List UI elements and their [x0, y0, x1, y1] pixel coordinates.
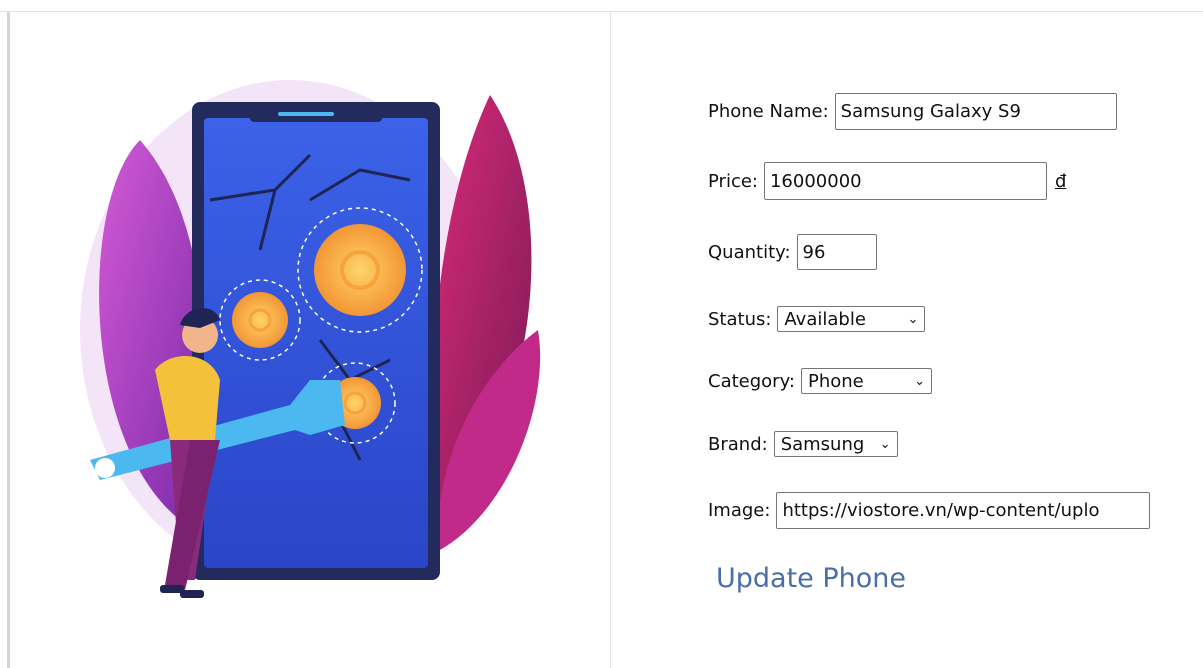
brand-select[interactable]: Samsung ⌄	[773, 431, 898, 457]
category-label: Category:	[708, 370, 795, 392]
chevron-down-icon: ⌄	[907, 311, 919, 327]
status-select[interactable]: Available ⌄	[777, 306, 926, 332]
phone-name-input[interactable]	[834, 93, 1117, 130]
currency-symbol: đ	[1054, 170, 1067, 192]
quantity-input[interactable]	[796, 234, 877, 270]
image-row: Image:	[708, 492, 1151, 529]
phone-repair-illustration	[80, 80, 541, 598]
status-selected-value: Available	[784, 308, 866, 330]
left-border	[7, 12, 10, 668]
price-label: Price:	[708, 170, 758, 192]
status-row: Status: Available ⌄	[708, 306, 926, 332]
category-selected-value: Phone	[807, 370, 864, 392]
price-row: Price: đ	[708, 162, 1066, 200]
image-url-input[interactable]	[776, 492, 1151, 529]
chevron-down-icon: ⌄	[914, 373, 925, 389]
brand-selected-value: Samsung	[780, 433, 865, 455]
phone-name-row: Phone Name:	[708, 93, 1117, 130]
quantity-label: Quantity:	[708, 241, 791, 263]
top-divider	[0, 0, 1203, 12]
status-label: Status:	[708, 308, 772, 330]
price-input[interactable]	[763, 162, 1047, 200]
category-select[interactable]: Phone ⌄	[800, 368, 932, 394]
image-label: Image:	[708, 500, 771, 521]
chevron-down-icon: ⌄	[879, 436, 891, 452]
update-phone-button[interactable]: Update Phone	[716, 563, 906, 594]
quantity-row: Quantity:	[708, 234, 877, 270]
brand-label: Brand:	[708, 433, 768, 455]
column-divider	[610, 12, 611, 668]
category-row: Category: Phone ⌄	[708, 368, 932, 394]
brand-row: Brand: Samsung ⌄	[708, 431, 898, 457]
phone-name-label: Phone Name:	[708, 101, 829, 122]
